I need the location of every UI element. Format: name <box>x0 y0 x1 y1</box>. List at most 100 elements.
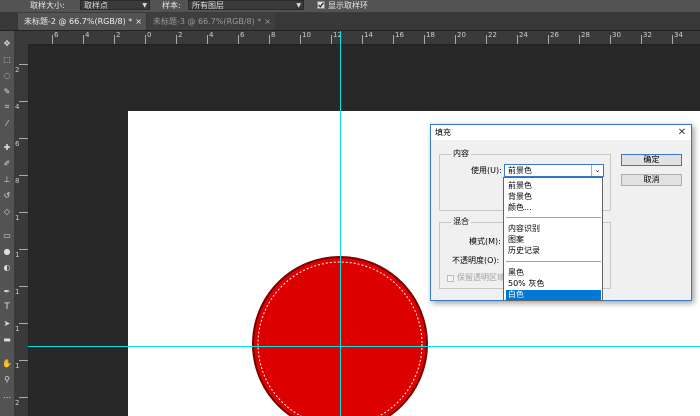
ruler-tick-label: 6 <box>240 31 245 39</box>
options-bar: 取样大小: 取样点 ▼ 样本: 所有图层 ▼ 显示取样环 <box>0 0 700 13</box>
zoom-tool-icon[interactable]: ⚲ <box>1 373 13 385</box>
ruler-tick-label: 8 <box>271 31 276 39</box>
close-icon[interactable]: × <box>135 13 142 30</box>
close-icon[interactable]: ✕ <box>677 125 687 140</box>
ruler-tick-label: 28 <box>581 31 590 39</box>
type-tool-icon[interactable]: T <box>1 301 13 313</box>
stamp-tool-icon[interactable]: ⊥ <box>1 173 13 185</box>
healing-brush-icon[interactable]: ✚ <box>1 141 13 153</box>
ruler-tick-label: 0 <box>147 31 152 39</box>
option-color[interactable]: 颜色... <box>506 203 601 213</box>
ok-button[interactable]: 确定 <box>621 154 682 166</box>
history-brush-icon[interactable]: ↺ <box>1 189 13 201</box>
chevron-down-icon: ▼ <box>296 2 301 9</box>
show-ring-label: 显示取样环 <box>328 1 368 10</box>
opacity-label: 不透明度(O): <box>452 256 500 265</box>
ruler-tick <box>300 35 301 44</box>
option-background[interactable]: 背景色 <box>506 192 601 202</box>
ruler-tick-label: 2 <box>15 399 20 407</box>
tab-label: 未标题-2 @ 66.7%(RGB/8) * <box>24 17 133 26</box>
shape-tool-icon[interactable]: ▬ <box>1 333 13 345</box>
option-black[interactable]: 黑色 <box>506 268 601 278</box>
ruler-tick <box>114 35 115 44</box>
ruler-tick-label: 26 <box>550 31 559 39</box>
path-select-icon[interactable]: ➤ <box>1 317 13 329</box>
sample-size-label: 取样大小: <box>30 1 65 10</box>
ruler-tick <box>19 323 28 324</box>
ruler-tick <box>641 35 642 44</box>
use-dropdown-list: 前景色 背景色 颜色... 内容识别 图案 历史记录 黑色 50% 灰色 白色 <box>503 177 603 301</box>
gradient-tool-icon[interactable]: ▭ <box>1 229 13 241</box>
guide-horizontal[interactable] <box>28 346 700 347</box>
quick-select-icon[interactable]: ✎ <box>1 85 13 97</box>
marquee-tool-icon[interactable]: ⬚ <box>1 53 13 65</box>
option-history[interactable]: 历史记录 <box>506 246 601 256</box>
ruler-tick <box>176 35 177 44</box>
crop-tool-icon[interactable]: ⌗ <box>1 101 13 113</box>
ruler-tick <box>486 35 487 44</box>
ruler-tick-label: 1 <box>15 214 20 222</box>
ruler-tick <box>19 360 28 361</box>
eraser-icon[interactable]: ◇ <box>1 205 13 217</box>
ruler-tick <box>19 138 28 139</box>
move-tool-icon[interactable]: ✥ <box>1 37 13 49</box>
preserve-checkbox[interactable] <box>447 275 454 282</box>
hand-tool-icon[interactable]: ✋ <box>1 357 13 369</box>
dialog-titlebar[interactable]: 填充 ✕ <box>431 125 691 140</box>
close-icon[interactable]: × <box>264 13 271 30</box>
guide-vertical[interactable] <box>340 31 341 416</box>
ruler-tick <box>424 35 425 44</box>
ruler-tick <box>19 397 28 398</box>
tab-untitled-2[interactable]: 未标题-2 @ 66.7%(RGB/8) * × <box>18 13 146 30</box>
tab-untitled-3[interactable]: 未标题-3 @ 66.7%(RGB/8) * × <box>147 13 275 30</box>
option-50-gray[interactable]: 50% 灰色 <box>506 279 601 289</box>
sample-select[interactable]: 所有图层 ▼ <box>188 0 304 10</box>
ruler-tick-label: 32 <box>643 31 652 39</box>
ruler-tick <box>207 35 208 44</box>
ruler-tick <box>19 212 28 213</box>
ruler-tick-label: 10 <box>302 31 311 39</box>
chevron-down-icon: ⌄ <box>591 165 603 176</box>
ruler-tick <box>52 35 53 44</box>
sample-label: 样本: <box>162 1 181 10</box>
ruler-tick <box>19 101 28 102</box>
dodge-tool-icon[interactable]: ◐ <box>1 261 13 273</box>
eyedropper-icon[interactable]: ⁄ <box>1 117 13 129</box>
ruler-tick-label: 4 <box>85 31 90 39</box>
ruler-tick <box>19 175 28 176</box>
option-content-aware[interactable]: 内容识别 <box>506 224 601 234</box>
dialog-title: 填充 <box>435 128 451 137</box>
option-foreground[interactable]: 前景色 <box>506 181 601 191</box>
ruler-tick <box>517 35 518 44</box>
blur-tool-icon[interactable]: ● <box>1 245 13 257</box>
preserve-label: 保留透明区域 <box>457 273 505 282</box>
option-white[interactable]: 白色 <box>506 290 601 300</box>
ruler-tick-label: 14 <box>364 31 373 39</box>
lasso-tool-icon[interactable]: ◌ <box>1 69 13 81</box>
more-tools-icon[interactable]: ⋯ <box>1 391 13 403</box>
horizontal-ruler: 6 4 2 0 2 4 6 8 10 12 14 16 18 20 22 24 26 28 30 32 34 <box>14 31 700 45</box>
brush-tool-icon[interactable]: ✐ <box>1 157 13 169</box>
use-value: 前景色 <box>508 166 532 175</box>
ruler-tick <box>455 35 456 44</box>
ruler-tick-label: 2 <box>15 66 20 74</box>
sample-size-select[interactable]: 取样点 ▼ <box>80 0 150 10</box>
option-pattern[interactable]: 图案 <box>506 235 601 245</box>
ruler-tick-label: 6 <box>54 31 59 39</box>
ruler-tick <box>579 35 580 44</box>
show-ring-checkbox[interactable] <box>317 1 325 9</box>
ruler-tick-label: 4 <box>15 103 20 111</box>
ruler-tick <box>672 35 673 44</box>
vertical-ruler: 2 4 6 8 1 1 1 1 1 2 <box>14 44 29 416</box>
tab-label: 未标题-3 @ 66.7%(RGB/8) * <box>153 17 262 26</box>
ruler-tick-label: 16 <box>395 31 404 39</box>
use-select[interactable]: 前景色 ⌄ <box>504 164 604 177</box>
cancel-button[interactable]: 取消 <box>621 174 682 186</box>
pen-tool-icon[interactable]: ✒ <box>1 285 13 297</box>
ruler-tick <box>393 35 394 44</box>
ruler-tick <box>19 64 28 65</box>
ruler-tick <box>145 35 146 44</box>
ruler-tick-label: 1 <box>15 325 20 333</box>
use-label: 使用(U): <box>471 166 502 175</box>
ruler-tick-label: 1 <box>15 288 20 296</box>
